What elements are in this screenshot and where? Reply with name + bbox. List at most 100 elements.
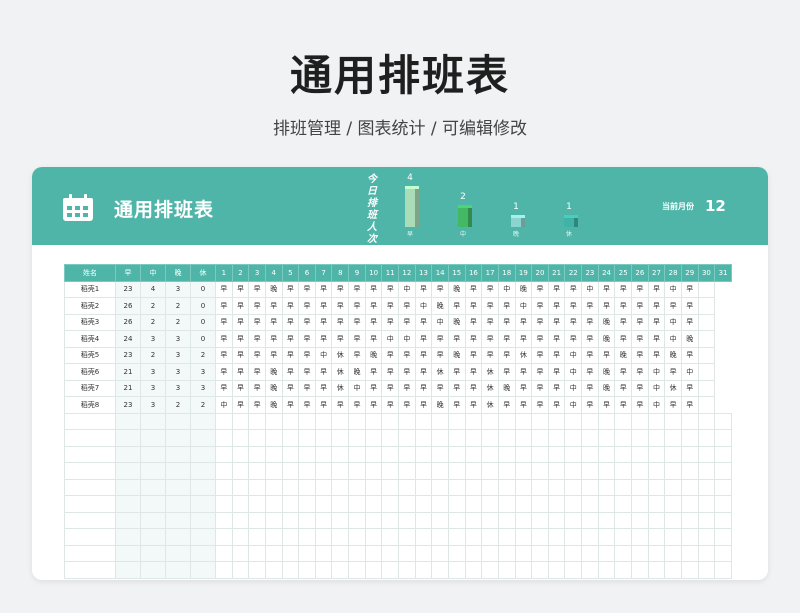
table-cell[interactable] bbox=[481, 478, 499, 496]
table-cell[interactable]: 早 bbox=[381, 280, 400, 298]
table-cell[interactable] bbox=[64, 462, 116, 480]
table-cell[interactable] bbox=[165, 528, 191, 546]
table-cell[interactable]: 早 bbox=[531, 280, 549, 298]
table-cell[interactable] bbox=[597, 528, 616, 546]
table-cell[interactable]: 早 bbox=[281, 280, 300, 298]
table-cell[interactable]: 早 bbox=[314, 379, 333, 397]
table-cell[interactable]: 早 bbox=[464, 297, 483, 315]
table-cell[interactable]: 早 bbox=[481, 330, 499, 348]
table-cell[interactable] bbox=[264, 462, 283, 480]
table-cell[interactable]: 早 bbox=[298, 313, 316, 331]
table-cell[interactable] bbox=[215, 462, 233, 480]
table-cell[interactable]: 中 bbox=[664, 280, 682, 298]
table-cell[interactable] bbox=[631, 528, 649, 546]
table-cell[interactable] bbox=[614, 478, 633, 496]
table-cell[interactable]: 休 bbox=[431, 363, 449, 381]
table-cell[interactable]: 早 bbox=[348, 346, 366, 364]
table-cell[interactable] bbox=[431, 544, 449, 562]
table-cell[interactable]: 早 bbox=[398, 297, 416, 315]
table-cell[interactable]: 早 bbox=[281, 379, 300, 397]
table-cell[interactable] bbox=[381, 511, 400, 529]
table-cell[interactable] bbox=[680, 412, 699, 430]
table-cell[interactable]: 早 bbox=[481, 346, 499, 364]
table-cell[interactable] bbox=[281, 544, 300, 562]
table-cell[interactable] bbox=[464, 478, 483, 496]
table-cell[interactable]: 早 bbox=[531, 379, 549, 397]
table-cell[interactable]: 稻壳5 bbox=[64, 346, 116, 364]
table-cell[interactable]: 早 bbox=[581, 363, 599, 381]
table-cell[interactable] bbox=[381, 495, 400, 513]
table-cell[interactable] bbox=[348, 462, 366, 480]
table-cell[interactable] bbox=[447, 429, 466, 447]
table-cell[interactable] bbox=[581, 478, 599, 496]
table-cell[interactable] bbox=[398, 429, 416, 447]
table-cell[interactable] bbox=[547, 495, 566, 513]
table-cell[interactable] bbox=[697, 412, 716, 430]
table-cell[interactable] bbox=[348, 561, 366, 579]
table-cell[interactable] bbox=[231, 544, 250, 562]
table-cell[interactable]: 早 bbox=[481, 313, 499, 331]
table-cell[interactable] bbox=[331, 429, 350, 447]
table-cell[interactable]: 24 bbox=[115, 330, 141, 348]
table-cell[interactable] bbox=[614, 429, 633, 447]
table-cell[interactable] bbox=[680, 544, 699, 562]
table-cell[interactable] bbox=[248, 412, 266, 430]
table-cell[interactable] bbox=[398, 478, 416, 496]
table-cell[interactable] bbox=[348, 528, 366, 546]
table-cell[interactable]: 2 bbox=[190, 396, 216, 414]
table-cell[interactable] bbox=[497, 561, 516, 579]
table-cell[interactable] bbox=[664, 429, 682, 447]
table-cell[interactable] bbox=[697, 379, 716, 397]
table-cell[interactable]: 早 bbox=[314, 297, 333, 315]
table-cell[interactable] bbox=[364, 462, 383, 480]
table-cell[interactable]: 早 bbox=[381, 297, 400, 315]
table-cell[interactable] bbox=[165, 462, 191, 480]
table-cell[interactable]: 休 bbox=[331, 363, 350, 381]
table-cell[interactable] bbox=[231, 495, 250, 513]
table-cell[interactable] bbox=[264, 445, 283, 463]
table-cell[interactable] bbox=[547, 412, 566, 430]
table-cell[interactable]: 早 bbox=[664, 396, 682, 414]
table-cell[interactable]: 早 bbox=[464, 346, 483, 364]
table-cell[interactable] bbox=[481, 412, 499, 430]
table-cell[interactable] bbox=[464, 429, 483, 447]
table-cell[interactable] bbox=[398, 511, 416, 529]
table-cell[interactable] bbox=[190, 429, 216, 447]
table-cell[interactable] bbox=[714, 478, 732, 496]
table-cell[interactable]: 2 bbox=[140, 313, 166, 331]
table-cell[interactable] bbox=[697, 511, 716, 529]
table-cell[interactable] bbox=[140, 511, 166, 529]
table-cell[interactable] bbox=[481, 561, 499, 579]
table-cell[interactable]: 晚 bbox=[431, 297, 449, 315]
table-cell[interactable]: 早 bbox=[631, 280, 649, 298]
table-cell[interactable]: 早 bbox=[398, 346, 416, 364]
table-cell[interactable] bbox=[398, 528, 416, 546]
table-cell[interactable]: 休 bbox=[514, 346, 533, 364]
table-cell[interactable] bbox=[481, 495, 499, 513]
table-cell[interactable] bbox=[564, 561, 583, 579]
table-cell[interactable] bbox=[64, 511, 116, 529]
table-cell[interactable]: 早 bbox=[398, 379, 416, 397]
table-cell[interactable] bbox=[348, 412, 366, 430]
table-cell[interactable] bbox=[298, 544, 316, 562]
table-cell[interactable] bbox=[140, 462, 166, 480]
table-cell[interactable]: 早 bbox=[447, 396, 466, 414]
table-cell[interactable] bbox=[331, 445, 350, 463]
table-cell[interactable]: 早 bbox=[614, 297, 633, 315]
table-cell[interactable] bbox=[414, 544, 433, 562]
table-cell[interactable] bbox=[364, 544, 383, 562]
table-cell[interactable]: 早 bbox=[464, 363, 483, 381]
table-cell[interactable] bbox=[597, 445, 616, 463]
table-cell[interactable] bbox=[647, 445, 666, 463]
table-cell[interactable]: 早 bbox=[314, 330, 333, 348]
table-cell[interactable]: 早 bbox=[547, 379, 566, 397]
table-cell[interactable] bbox=[248, 528, 266, 546]
table-cell[interactable] bbox=[664, 445, 682, 463]
table-cell[interactable] bbox=[414, 445, 433, 463]
table-cell[interactable]: 早 bbox=[364, 330, 383, 348]
table-cell[interactable] bbox=[631, 429, 649, 447]
table-cell[interactable]: 早 bbox=[298, 280, 316, 298]
table-cell[interactable]: 早 bbox=[331, 396, 350, 414]
table-cell[interactable] bbox=[497, 412, 516, 430]
table-cell[interactable]: 早 bbox=[531, 396, 549, 414]
